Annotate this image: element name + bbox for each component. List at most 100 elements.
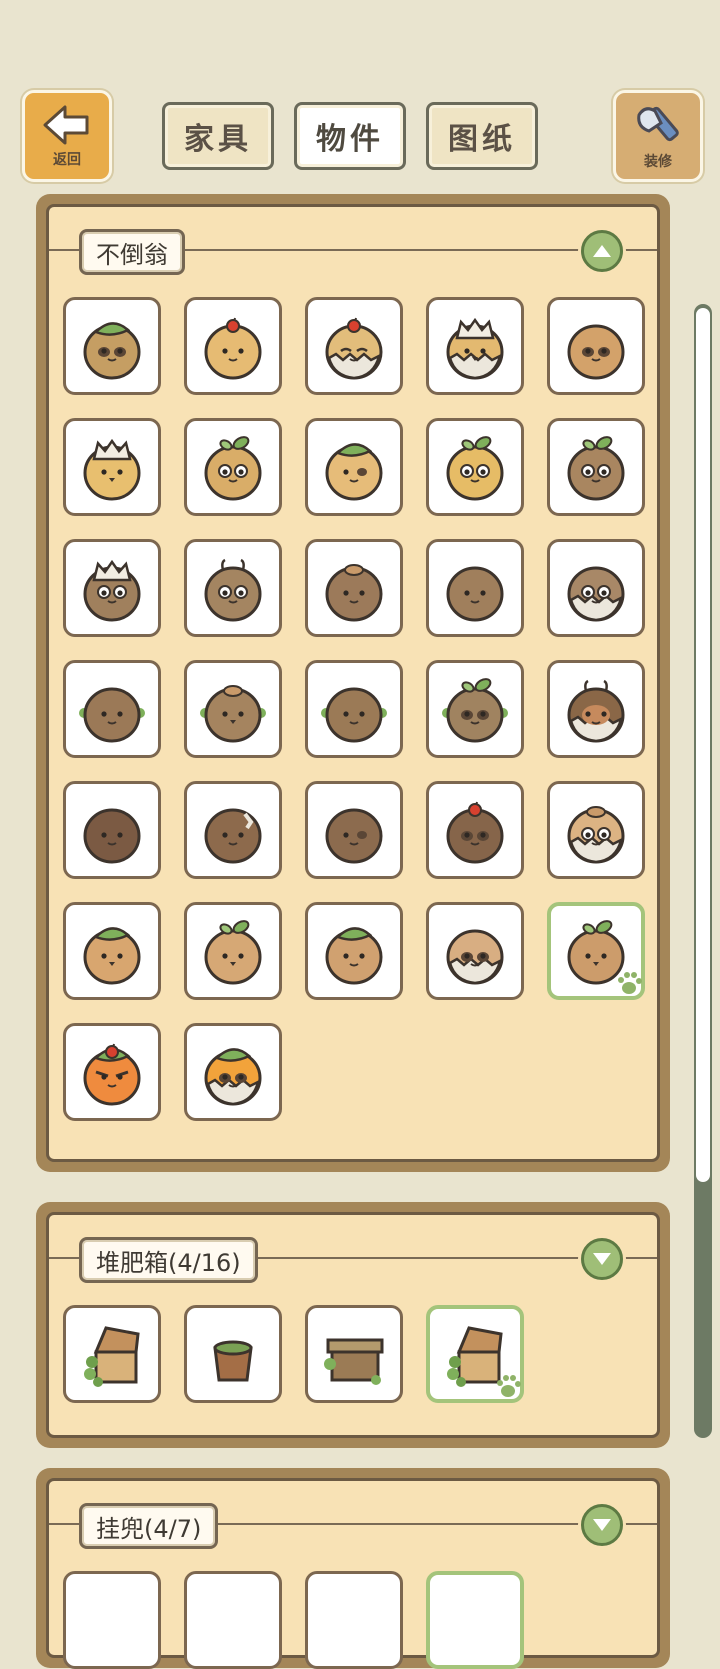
roly-poly-icon xyxy=(446,801,504,864)
roly-poly-icon xyxy=(325,564,383,622)
item-tile[interactable] xyxy=(426,539,524,637)
item-tile[interactable] xyxy=(184,297,282,395)
item-tile[interactable] xyxy=(305,539,403,637)
item-tile[interactable] xyxy=(184,902,282,1000)
item-tile[interactable] xyxy=(426,902,524,1000)
section-panel-hanging-pouch: 挂兜(4/7) xyxy=(36,1468,670,1669)
item-tile[interactable] xyxy=(184,539,282,637)
roly-poly-icon xyxy=(321,687,387,743)
paw-icon xyxy=(497,1375,521,1397)
item-tile[interactable] xyxy=(63,781,161,879)
item-tile[interactable] xyxy=(184,1305,282,1403)
tab-objects-label: 物件 xyxy=(316,122,384,157)
paw-icon xyxy=(618,972,642,994)
scrollbar-thumb[interactable] xyxy=(696,308,710,1182)
roly-poly-icon xyxy=(446,436,504,501)
item-tile[interactable] xyxy=(547,418,645,516)
section-panel-roly-poly: 不倒翁 xyxy=(36,194,670,1172)
tab-objects[interactable]: 物件 xyxy=(294,102,406,170)
item-tile[interactable] xyxy=(184,781,282,879)
item-tile[interactable] xyxy=(305,1305,403,1403)
item-tile[interactable] xyxy=(547,660,645,758)
item-tile-owned[interactable] xyxy=(426,1571,524,1669)
roly-poly-icon xyxy=(325,443,383,501)
item-tile[interactable] xyxy=(63,418,161,516)
tab-furniture[interactable]: 家具 xyxy=(162,102,274,170)
item-tile[interactable] xyxy=(305,1571,403,1669)
item-tile-owned[interactable] xyxy=(547,902,645,1000)
item-tile[interactable] xyxy=(305,418,403,516)
roly-poly-icon xyxy=(83,808,141,864)
roly-poly-icon xyxy=(83,322,141,380)
tab-furniture-label: 家具 xyxy=(184,122,252,157)
paintbrush-icon xyxy=(637,106,679,142)
item-tile[interactable] xyxy=(63,1571,161,1669)
roly-poly-icon xyxy=(567,566,625,622)
scrollbar[interactable] xyxy=(694,304,712,1438)
compost-bin-icon xyxy=(84,1326,140,1387)
back-label: 返回 xyxy=(53,152,81,168)
item-tile[interactable] xyxy=(547,297,645,395)
item-tile[interactable] xyxy=(426,781,524,879)
compost-bin-icon xyxy=(213,1340,253,1382)
item-tile[interactable] xyxy=(426,297,524,395)
item-tile[interactable] xyxy=(305,781,403,879)
top-bar: 返回 家具 物件 图纸 装修 xyxy=(0,0,720,190)
roly-poly-icon xyxy=(79,687,145,743)
roly-poly-icon xyxy=(204,558,262,622)
section-expand-button[interactable] xyxy=(581,1238,623,1280)
item-tile[interactable] xyxy=(184,418,282,516)
roly-poly-icon xyxy=(446,566,504,622)
item-tile[interactable] xyxy=(426,660,524,758)
roly-poly-icon xyxy=(325,808,383,864)
item-tile[interactable] xyxy=(547,781,645,879)
roly-poly-icon xyxy=(204,317,262,380)
arrow-left-icon xyxy=(43,105,89,145)
item-tile[interactable] xyxy=(63,902,161,1000)
roly-poly-icon xyxy=(83,559,141,622)
item-tile[interactable] xyxy=(305,297,403,395)
section-expand-button[interactable] xyxy=(581,1504,623,1546)
decorate-button[interactable]: 装修 xyxy=(613,90,703,182)
roly-poly-icon xyxy=(446,317,504,380)
item-tile[interactable] xyxy=(63,539,161,637)
item-tile[interactable] xyxy=(305,902,403,1000)
decorate-label: 装修 xyxy=(644,154,672,170)
tab-blueprints[interactable]: 图纸 xyxy=(426,102,538,170)
compost-bin-icon xyxy=(324,1338,384,1385)
roly-poly-icon xyxy=(83,927,141,985)
roly-poly-icon xyxy=(200,685,266,743)
item-tile[interactable] xyxy=(184,1571,282,1669)
roly-poly-icon xyxy=(567,679,625,743)
item-tile-owned[interactable] xyxy=(426,1305,524,1403)
item-tile[interactable] xyxy=(63,297,161,395)
roly-poly-icon xyxy=(204,920,262,985)
item-tile[interactable] xyxy=(63,1305,161,1403)
roly-poly-icon xyxy=(83,438,141,501)
roly-poly-icon xyxy=(204,1048,262,1106)
section-title: 堆肥箱(4/16) xyxy=(79,1237,258,1283)
roly-poly-icon xyxy=(83,1043,141,1106)
section-title: 挂兜(4/7) xyxy=(79,1503,219,1549)
roly-poly-icon xyxy=(442,678,508,743)
section-panel-compost: 堆肥箱(4/16) xyxy=(36,1202,670,1448)
roly-poly-icon xyxy=(567,436,625,501)
chevron-down-icon xyxy=(593,1253,611,1265)
item-tile[interactable] xyxy=(426,418,524,516)
back-button[interactable]: 返回 xyxy=(22,90,112,182)
roly-poly-icon xyxy=(204,808,262,864)
roly-poly-icon xyxy=(204,436,262,501)
roly-poly-icon xyxy=(567,324,625,380)
item-tile[interactable] xyxy=(305,660,403,758)
tab-blueprints-label: 图纸 xyxy=(448,122,516,157)
roly-poly-icon xyxy=(325,317,383,380)
item-tile[interactable] xyxy=(184,660,282,758)
item-tile[interactable] xyxy=(547,539,645,637)
item-tile[interactable] xyxy=(63,660,161,758)
section-collapse-button[interactable] xyxy=(581,230,623,272)
section-title: 不倒翁 xyxy=(79,229,185,275)
item-tile[interactable] xyxy=(184,1023,282,1121)
item-tile[interactable] xyxy=(63,1023,161,1121)
chevron-up-icon xyxy=(593,245,611,257)
chevron-down-icon xyxy=(593,1519,611,1531)
